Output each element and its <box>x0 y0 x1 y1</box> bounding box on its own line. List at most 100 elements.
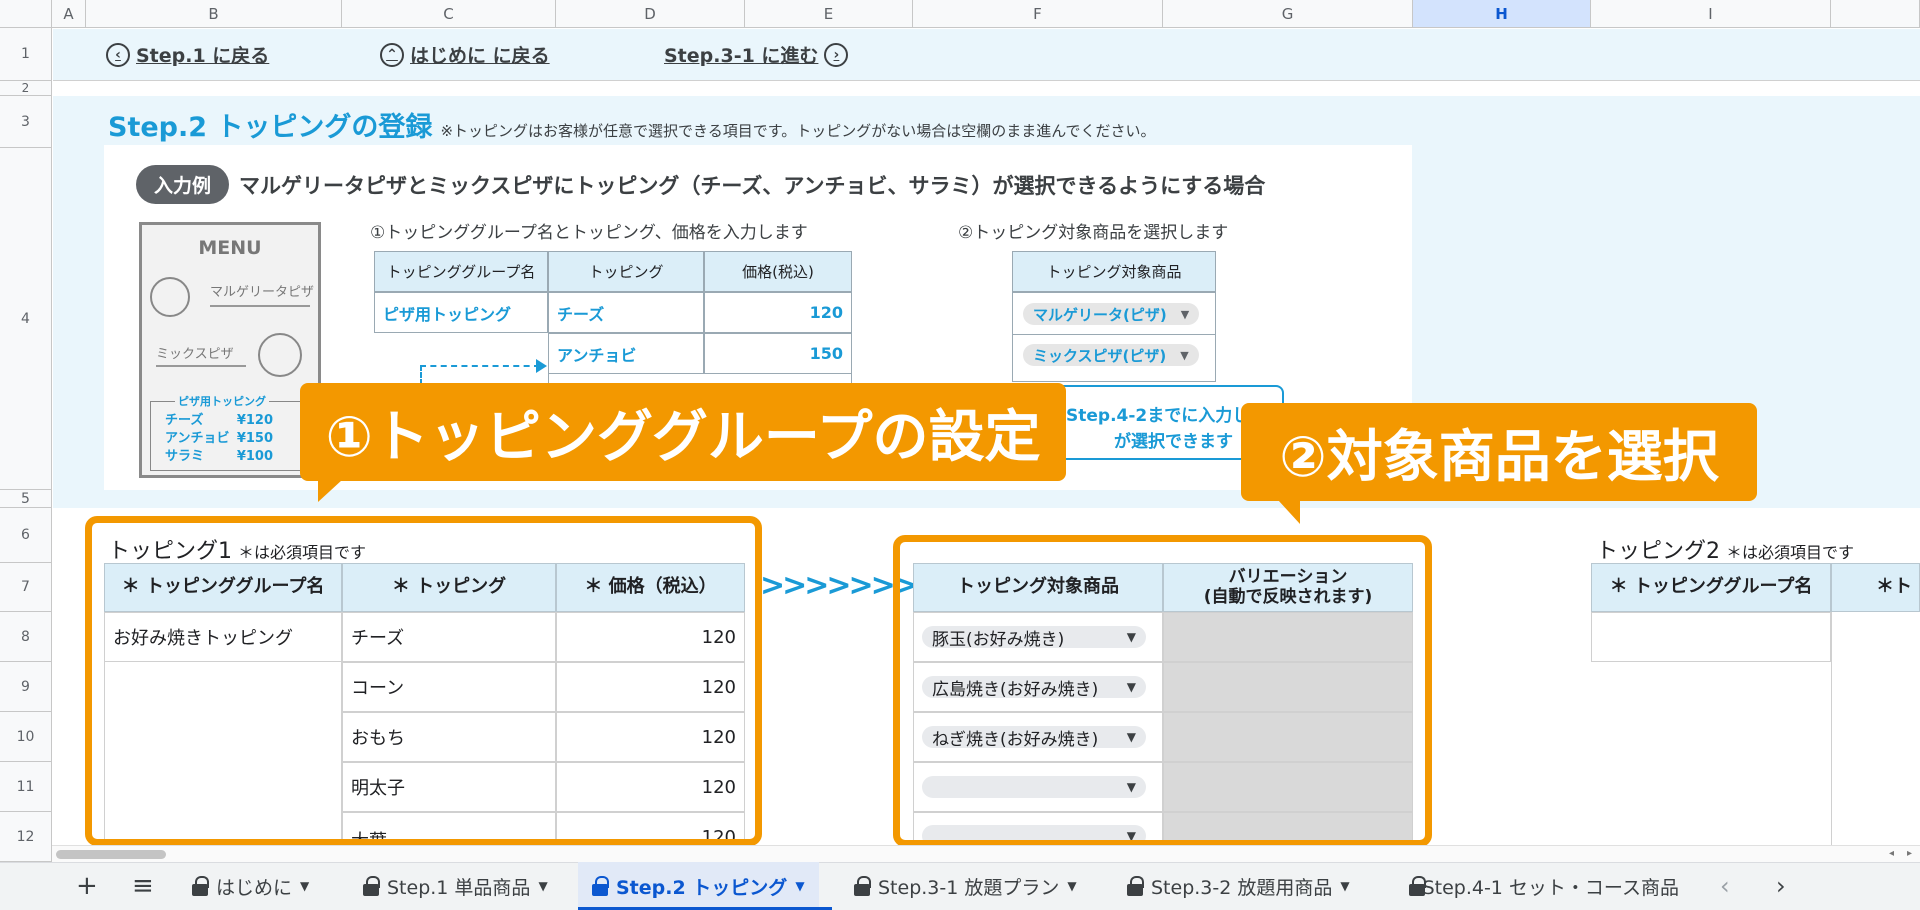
tab-menu-arrow-icon[interactable]: ▼ <box>795 879 804 893</box>
topping2-title-row: トッピング2 ＊は必須項目です <box>1596 533 1854 565</box>
callout-topping-group: ①トッピンググループの設定 <box>300 383 1066 481</box>
select-all-corner[interactable] <box>0 0 52 28</box>
column-header-b[interactable]: B <box>86 0 342 28</box>
all-sheets-button[interactable]: ≡ <box>118 862 168 910</box>
column-header-a[interactable]: A <box>52 0 86 28</box>
menu-topping-group: ピザ用トッピング <box>175 393 269 409</box>
row-header-5[interactable]: 5 <box>0 490 52 508</box>
row-header-4[interactable]: 4 <box>0 148 52 490</box>
menu-topping-name: サラミ <box>165 449 205 464</box>
example-price-cell: 120 <box>704 292 852 333</box>
tab-step31[interactable]: Step.3-1 放題プラン ▼ <box>840 862 1091 910</box>
scroll-left-icon[interactable]: ◂ <box>1889 848 1894 859</box>
menu-topping-name: チーズ <box>165 413 204 428</box>
nav-row <box>53 29 1920 81</box>
tab-label: Step.2 トッピング <box>616 876 788 899</box>
row-header-11[interactable]: 11 <box>0 762 52 812</box>
scrollbar-thumb[interactable] <box>56 850 166 859</box>
tab-step1[interactable]: Step.1 単品商品 ▼ <box>349 862 562 910</box>
back-step1-label: Step.1 に戻る <box>136 45 270 67</box>
back-intro-link[interactable]: ⌃ はじめに に戻る <box>380 41 550 68</box>
lock-icon <box>592 876 609 896</box>
dashed-arrow-line <box>420 365 422 385</box>
lock-icon <box>1127 876 1144 896</box>
menu-topping-price: ¥100 <box>236 449 273 464</box>
menu-topping-price: ¥150 <box>236 431 273 446</box>
pizza-icon <box>258 333 302 377</box>
tab-menu-arrow-icon[interactable]: ▼ <box>300 879 309 893</box>
scroll-right-icon[interactable]: ▸ <box>1907 848 1912 859</box>
tab-label: Step.1 単品商品 <box>387 876 531 899</box>
row-header-12[interactable]: 12 <box>0 812 52 862</box>
menu-item-2: ミックスピザ <box>156 347 234 362</box>
topping2-header-group[interactable]: ＊ トッピンググループ名 <box>1591 563 1831 612</box>
page-title-row: Step.2 トッピングの登録 ※トッピングはお客様が任意で選択できる項目です。… <box>108 105 1155 144</box>
callout-target-products: ②対象商品を選択 <box>1241 403 1757 501</box>
menu-illustration: MENU マルゲリータピザ ミックスピザ ピザ用トッピング チーズ ¥120 アン… <box>139 222 321 478</box>
menu-line <box>210 305 310 307</box>
column-header-f[interactable]: F <box>913 0 1163 28</box>
row-header-1[interactable]: 1 <box>0 28 52 81</box>
topping2-group-cell[interactable] <box>1591 612 1831 662</box>
column-header-d[interactable]: D <box>556 0 745 28</box>
row-header-7[interactable]: 7 <box>0 563 52 612</box>
example-step2-caption: ②トッピング対象商品を選択します <box>958 223 1229 243</box>
row-header-3[interactable]: 3 <box>0 96 52 148</box>
tab-scroll-left-button[interactable]: ‹ <box>1706 862 1744 910</box>
example-target-value: マルゲリータ(ピザ) <box>1033 305 1167 324</box>
example-price-cell: 150 <box>704 333 852 374</box>
topping2-label: トッピング2 <box>1596 539 1720 564</box>
example-topping-cell: アンチョビ <box>548 333 704 374</box>
column-header-extra[interactable] <box>1831 0 1920 28</box>
tab-label: Step.3-1 放題プラン <box>878 876 1060 899</box>
grid-line <box>1831 612 1832 862</box>
menu-item-1: マルゲリータピザ <box>210 285 315 300</box>
tab-step41[interactable]: Step.4-1 セット・コース商品 <box>1395 862 1693 910</box>
menu-title: MENU <box>198 237 262 259</box>
column-header-i[interactable]: I <box>1591 0 1831 28</box>
example-note-line1: Step.4-2までに入力し <box>1066 406 1250 426</box>
example-note-line2: が選択できます <box>1114 432 1233 452</box>
topping2-header-topping[interactable]: ＊ト <box>1831 563 1920 612</box>
lock-icon <box>1409 876 1425 896</box>
topping2-required-note: ＊は必須項目です <box>1726 543 1855 562</box>
tab-menu-arrow-icon[interactable]: ▼ <box>538 879 547 893</box>
next-step31-link[interactable]: Step.3-1 に進む › <box>664 41 849 68</box>
column-header-h[interactable]: H <box>1413 0 1591 28</box>
back-step1-link[interactable]: ‹ Step.1 に戻る <box>106 41 269 68</box>
horizontal-scrollbar[interactable]: ◂ ▸ <box>52 845 1920 862</box>
dropdown-arrow-icon: ▼ <box>1180 348 1189 362</box>
tab-scroll-right-button[interactable]: › <box>1762 862 1800 910</box>
menu-topping-price: ¥120 <box>236 413 273 428</box>
tab-menu-arrow-icon[interactable]: ▼ <box>1340 879 1349 893</box>
callout-tail <box>318 480 342 502</box>
example-heading-row: 入力例 マルゲリータピザとミックスピザにトッピング（チーズ、アンチョビ、サラミ）… <box>136 165 1265 204</box>
column-header-c[interactable]: C <box>342 0 556 28</box>
tab-step32[interactable]: Step.3-2 放題用商品 ▼ <box>1113 862 1364 910</box>
example-target-header: トッピング対象商品 <box>1012 251 1216 292</box>
menu-topping-box: ピザ用トッピング チーズ ¥120 アンチョビ ¥150 サラミ ¥100 <box>150 393 310 471</box>
back-intro-label: はじめに に戻る <box>410 45 550 67</box>
tab-hajimeni[interactable]: はじめに ▼ <box>178 862 323 910</box>
lock-icon <box>854 876 871 896</box>
column-header-g[interactable]: G <box>1163 0 1413 28</box>
tab-label: はじめに <box>216 876 293 899</box>
page-title: Step.2 トッピングの登録 <box>108 112 433 143</box>
tab-menu-arrow-icon[interactable]: ▼ <box>1067 879 1076 893</box>
row-header-9[interactable]: 9 <box>0 662 52 712</box>
column-header-e[interactable]: E <box>745 0 913 28</box>
next-step31-label: Step.3-1 に進む <box>664 45 819 67</box>
row-header-10[interactable]: 10 <box>0 712 52 762</box>
menu-line <box>156 365 246 367</box>
row-header-8[interactable]: 8 <box>0 612 52 662</box>
example-header-group: トッピンググループ名 <box>374 251 548 292</box>
example-step1-caption: ①トッピンググループ名とトッピング、価格を入力します <box>370 223 808 243</box>
example-badge: 入力例 <box>136 165 230 204</box>
menu-topping-name: アンチョビ <box>165 431 230 446</box>
example-header-topping: トッピング <box>548 251 704 292</box>
add-sheet-button[interactable]: + <box>62 862 112 910</box>
tab-step2[interactable]: Step.2 トッピング ▼ <box>578 862 819 910</box>
example-header-price: 価格(税込) <box>704 251 852 292</box>
row-header-6[interactable]: 6 <box>0 508 52 563</box>
row-header-2[interactable]: 2 <box>0 81 52 96</box>
